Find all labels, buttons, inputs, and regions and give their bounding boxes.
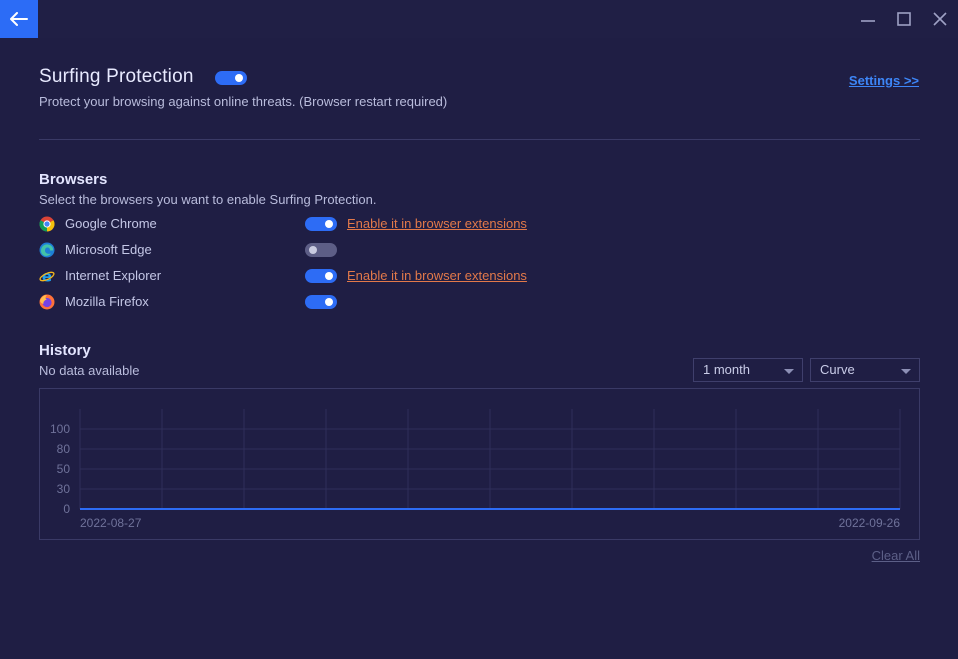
chrome-icon — [39, 216, 55, 232]
chevron-down-icon — [901, 369, 911, 374]
arrow-left-icon — [10, 12, 28, 26]
page-title: Surfing Protection — [39, 66, 194, 87]
svg-text:e: e — [42, 268, 52, 284]
maximize-button[interactable] — [894, 9, 914, 29]
browser-row-edge: Microsoft Edge — [39, 241, 599, 259]
browser-row-ie: e Internet Explorer Enable it in browser… — [39, 267, 599, 285]
firefox-protection-toggle[interactable] — [305, 295, 337, 309]
x-tick-label: 2022-09-26 — [839, 516, 901, 530]
browser-row-chrome: Google Chrome Enable it in browser exten… — [39, 215, 599, 233]
divider — [39, 139, 920, 140]
browser-name: Google Chrome — [65, 216, 157, 231]
back-button[interactable] — [0, 0, 38, 38]
history-chart-svg: 0 30 50 80 100 2022-08-27 2022-09-26 — [50, 409, 901, 530]
y-tick-label: 80 — [57, 442, 71, 456]
chrome-extension-link[interactable]: Enable it in browser extensions — [347, 216, 527, 231]
y-tick-label: 50 — [57, 462, 71, 476]
minimize-button[interactable] — [858, 9, 878, 29]
history-chart: 0 30 50 80 100 2022-08-27 2022-09-26 — [39, 388, 920, 540]
period-select-value: 1 month — [703, 362, 750, 377]
chart-style-select[interactable]: Curve — [810, 358, 920, 382]
toggle-knob — [325, 298, 333, 306]
toggle-knob — [309, 246, 317, 254]
ie-extension-link[interactable]: Enable it in browser extensions — [347, 268, 527, 283]
period-select[interactable]: 1 month — [693, 358, 803, 382]
y-tick-label: 30 — [57, 482, 71, 496]
internet-explorer-icon: e — [39, 268, 55, 284]
clear-all-link[interactable]: Clear All — [872, 548, 920, 563]
minimize-icon — [861, 20, 875, 22]
firefox-icon — [39, 294, 55, 310]
toggle-knob — [235, 74, 243, 82]
browser-name: Microsoft Edge — [65, 242, 152, 257]
toggle-knob — [325, 272, 333, 280]
browsers-heading: Browsers — [39, 171, 108, 188]
settings-link[interactable]: Settings >> — [849, 73, 919, 88]
browser-name: Internet Explorer — [65, 268, 162, 283]
surfing-protection-toggle[interactable] — [215, 71, 247, 85]
protection-description: Protect your browsing against online thr… — [39, 94, 448, 109]
y-tick-label: 100 — [50, 422, 70, 436]
maximize-icon — [897, 12, 911, 26]
close-button[interactable] — [930, 9, 950, 29]
chevron-down-icon — [784, 369, 794, 374]
browser-row-firefox: Mozilla Firefox — [39, 293, 599, 311]
chart-style-select-value: Curve — [820, 362, 855, 377]
title-bar — [0, 0, 958, 38]
browser-name: Mozilla Firefox — [65, 294, 149, 309]
edge-icon — [39, 242, 55, 258]
toggle-knob — [325, 220, 333, 228]
chrome-protection-toggle[interactable] — [305, 217, 337, 231]
ie-protection-toggle[interactable] — [305, 269, 337, 283]
edge-protection-toggle[interactable] — [305, 243, 337, 257]
history-heading: History — [39, 342, 91, 359]
browsers-description: Select the browsers you want to enable S… — [39, 192, 377, 207]
x-tick-label: 2022-08-27 — [80, 516, 142, 530]
close-icon — [933, 12, 947, 26]
y-tick-label: 0 — [63, 502, 70, 516]
history-status: No data available — [39, 363, 140, 378]
